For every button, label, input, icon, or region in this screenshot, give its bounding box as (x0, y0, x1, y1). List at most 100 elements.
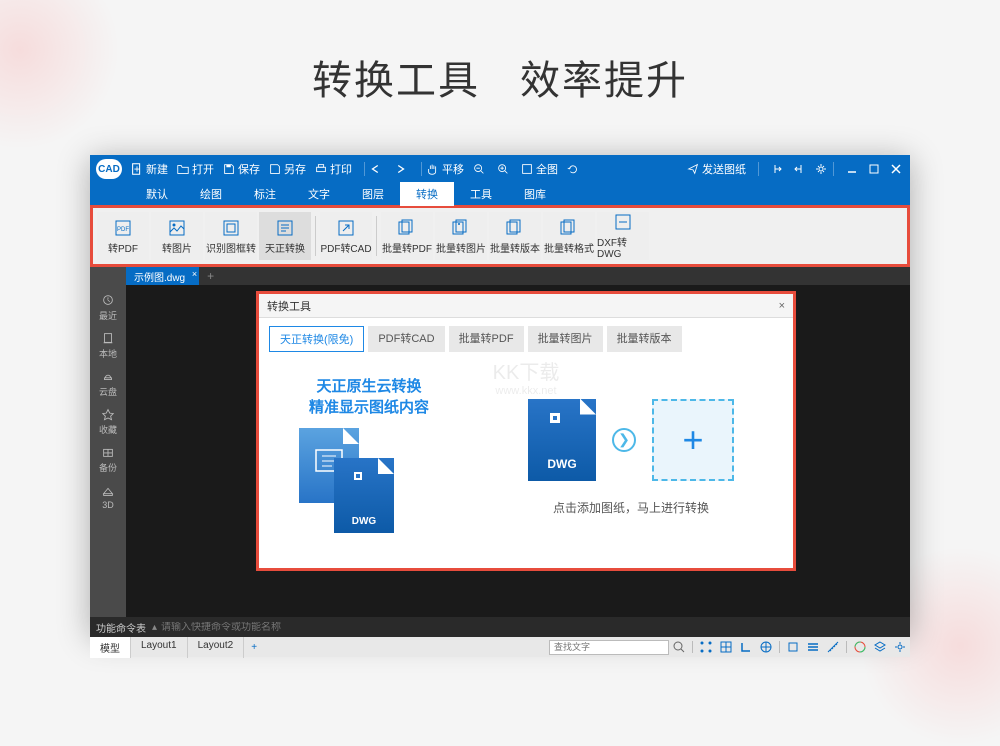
osnap-icon[interactable] (784, 639, 802, 655)
undo-icon (369, 162, 383, 176)
upload-panel: DWG ❯ + 点击添加图纸，马上进行转换 (489, 399, 773, 516)
menu-文字[interactable]: 文字 (292, 182, 346, 206)
workspace: 最近本地云盘收藏备份3D 转换工具 × 天正转换(限免)PDF转CAD批量转PD… (90, 285, 910, 617)
measure-icon[interactable] (824, 639, 842, 655)
dialog-highlight: 转换工具 × 天正转换(限免)PDF转CAD批量转PDF批量转图片批量转版本 K… (256, 291, 796, 571)
sidebar-icon (101, 293, 115, 307)
search-icon[interactable] (670, 639, 688, 655)
dialog-tab-0[interactable]: 天正转换(限免) (269, 326, 364, 352)
svg-text:PDF: PDF (117, 227, 129, 233)
add-file-dropzone[interactable]: + (652, 399, 734, 481)
sidebar-icon (101, 407, 115, 421)
dialog-tab-2[interactable]: 批量转PDF (449, 326, 524, 352)
collapse-icon[interactable]: ▴ (152, 622, 157, 633)
menu-图层[interactable]: 图层 (346, 182, 400, 206)
menu-绘图[interactable]: 绘图 (184, 182, 238, 206)
ribbon-转PDF[interactable]: PDF转PDF (97, 212, 149, 260)
zoom-in-icon (496, 162, 510, 176)
lineweight-icon[interactable] (804, 639, 822, 655)
menu-标注[interactable]: 标注 (238, 182, 292, 206)
promo-panel: 天正原生云转换 精准显示图纸内容 (279, 376, 459, 538)
sidebar-收藏[interactable]: 收藏 (92, 403, 124, 439)
ribbon-批量转格式[interactable]: 批量转格式 (543, 212, 595, 260)
titlebar: CAD 新建 打开 保存 另存 打印 平移 (90, 155, 910, 183)
dialog-close-button[interactable]: × (779, 300, 785, 312)
layout-tab-Layout2[interactable]: Layout2 (188, 637, 245, 658)
send-drawing-button[interactable]: 发送图纸 (686, 161, 746, 177)
redo-button[interactable] (393, 162, 409, 176)
save-as-button[interactable]: 另存 (268, 161, 306, 177)
dialog-tab-4[interactable]: 批量转版本 (607, 326, 682, 352)
ribbon-DXF转DWG[interactable]: DXF转DWG (597, 212, 649, 260)
settings-icon[interactable] (813, 161, 829, 177)
minimize-button[interactable] (844, 161, 860, 177)
layout-tab-Layout1[interactable]: Layout1 (131, 637, 188, 658)
watermark: KK下载 www.kkx.net (493, 356, 560, 397)
sidebar-备份[interactable]: 备份 (92, 441, 124, 477)
close-tab-icon[interactable]: × (192, 269, 197, 279)
ribbon-批量转版本[interactable]: 批量转版本 (489, 212, 541, 260)
ribbon-转图片[interactable]: 转图片 (151, 212, 203, 260)
save-button[interactable]: 保存 (222, 161, 260, 177)
close-window-button[interactable] (888, 161, 904, 177)
ribbon-icon (613, 212, 633, 232)
fullscreen-button[interactable]: 全图 (520, 161, 558, 177)
menu-工具[interactable]: 工具 (454, 182, 508, 206)
color-icon[interactable] (851, 639, 869, 655)
ortho-icon[interactable] (737, 639, 755, 655)
menu-默认[interactable]: 默认 (130, 182, 184, 206)
settings-gear-icon[interactable] (891, 639, 909, 655)
sidebar-本地[interactable]: 本地 (92, 327, 124, 363)
canvas[interactable]: 转换工具 × 天正转换(限免)PDF转CAD批量转PDF批量转图片批量转版本 K… (126, 285, 910, 617)
sidebar: 最近本地云盘收藏备份3D (90, 285, 126, 617)
ribbon-icon: PDF (113, 218, 133, 238)
pan-button[interactable]: 平移 (426, 161, 464, 177)
sidebar-icon (101, 445, 115, 459)
open-button[interactable]: 打开 (176, 161, 214, 177)
command-input[interactable] (161, 622, 904, 633)
refresh-icon (566, 162, 580, 176)
zoom-in-button[interactable] (496, 162, 512, 176)
polar-icon[interactable] (757, 639, 775, 655)
app-window: CAD 新建 打开 保存 另存 打印 平移 (90, 155, 910, 635)
grid-icon[interactable] (717, 639, 735, 655)
share-icon (686, 162, 700, 176)
maximize-button[interactable] (866, 161, 882, 177)
new-file-icon (130, 162, 144, 176)
ribbon-批量转PDF[interactable]: 批量转PDF (381, 212, 433, 260)
sidebar-icon (101, 369, 115, 383)
ribbon-识别图框转[interactable]: 识别图框转 (205, 212, 257, 260)
add-tab-button[interactable]: + (207, 269, 214, 283)
dialog-tab-3[interactable]: 批量转图片 (528, 326, 603, 352)
sidebar-3D[interactable]: 3D (92, 479, 124, 515)
layout-tab-模型[interactable]: 模型 (90, 637, 131, 658)
ribbon-天正转换[interactable]: 天正转换 (259, 212, 311, 260)
command-bar: 功能命令表 ▴ (90, 617, 910, 637)
print-button[interactable]: 打印 (314, 161, 352, 177)
command-label: 功能命令表 (96, 620, 146, 635)
add-layout-button[interactable]: + (245, 639, 263, 655)
dialog-tab-1[interactable]: PDF转CAD (368, 326, 444, 352)
sidebar-icon (101, 484, 115, 498)
zoom-out-button[interactable] (472, 162, 488, 176)
refresh-button[interactable] (566, 162, 582, 176)
dialog-titlebar: 转换工具 × (259, 294, 793, 318)
ribbon-icon (221, 218, 241, 238)
layer-icon[interactable] (871, 639, 889, 655)
sidebar-最近[interactable]: 最近 (92, 289, 124, 325)
document-tabs: 示例图.dwg × + (90, 267, 910, 285)
menu-图库[interactable]: 图库 (508, 182, 562, 206)
menu-转换[interactable]: 转换 (400, 182, 454, 206)
file-tab[interactable]: 示例图.dwg × (126, 267, 199, 286)
new-button[interactable]: 新建 (130, 161, 168, 177)
expand-right-icon[interactable] (791, 161, 807, 177)
undo-button[interactable] (369, 162, 385, 176)
ribbon-PDF转CAD[interactable]: PDF转CAD (320, 212, 372, 260)
search-text-input[interactable] (549, 640, 669, 655)
ribbon-icon (397, 218, 417, 238)
sidebar-云盘[interactable]: 云盘 (92, 365, 124, 401)
expand-left-icon[interactable] (769, 161, 785, 177)
ribbon-批量转图片[interactable]: 批量转图片 (435, 212, 487, 260)
snap-icon[interactable] (697, 639, 715, 655)
zoom-out-icon (472, 162, 486, 176)
